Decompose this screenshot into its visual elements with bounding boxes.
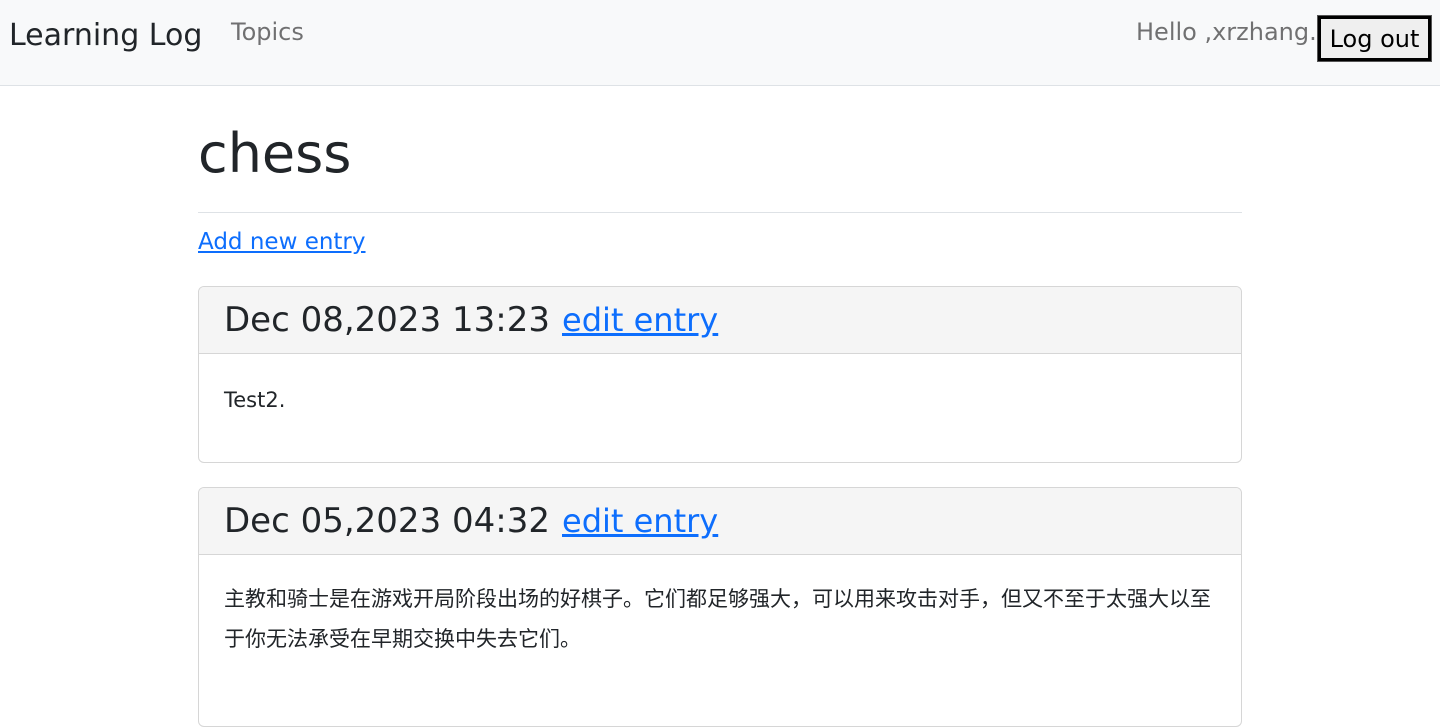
divider — [198, 212, 1242, 213]
entry-header: Dec 05,2023 04:32 edit entry — [199, 488, 1241, 555]
user-greeting: Hello ,xrzhang. — [1136, 18, 1317, 46]
logout-button[interactable]: Log out — [1317, 15, 1432, 62]
entry-card: Dec 08,2023 13:23 edit entry Test2. — [198, 286, 1242, 463]
entry-header: Dec 08,2023 13:23 edit entry — [199, 287, 1241, 354]
entry-date: Dec 05,2023 04:32 — [224, 501, 550, 541]
edit-entry-link[interactable]: edit entry — [562, 502, 718, 540]
entry-text: Test2. — [224, 388, 286, 412]
add-entry-link[interactable]: Add new entry — [198, 229, 366, 255]
navbar: Learning Log Topics Hello ,xrzhang. Log … — [0, 0, 1440, 86]
page-title: chess — [198, 122, 352, 185]
edit-entry-link[interactable]: edit entry — [562, 301, 718, 339]
nav-topics-link[interactable]: Topics — [231, 18, 304, 46]
entry-date: Dec 08,2023 13:23 — [224, 300, 550, 340]
entry-card: Dec 05,2023 04:32 edit entry 主教和骑士是在游戏开局… — [198, 487, 1242, 727]
entry-text: 主教和骑士是在游戏开局阶段出场的好棋子。它们都足够强大，可以用来攻击对手，但又不… — [224, 587, 1211, 651]
brand-link[interactable]: Learning Log — [9, 18, 202, 53]
